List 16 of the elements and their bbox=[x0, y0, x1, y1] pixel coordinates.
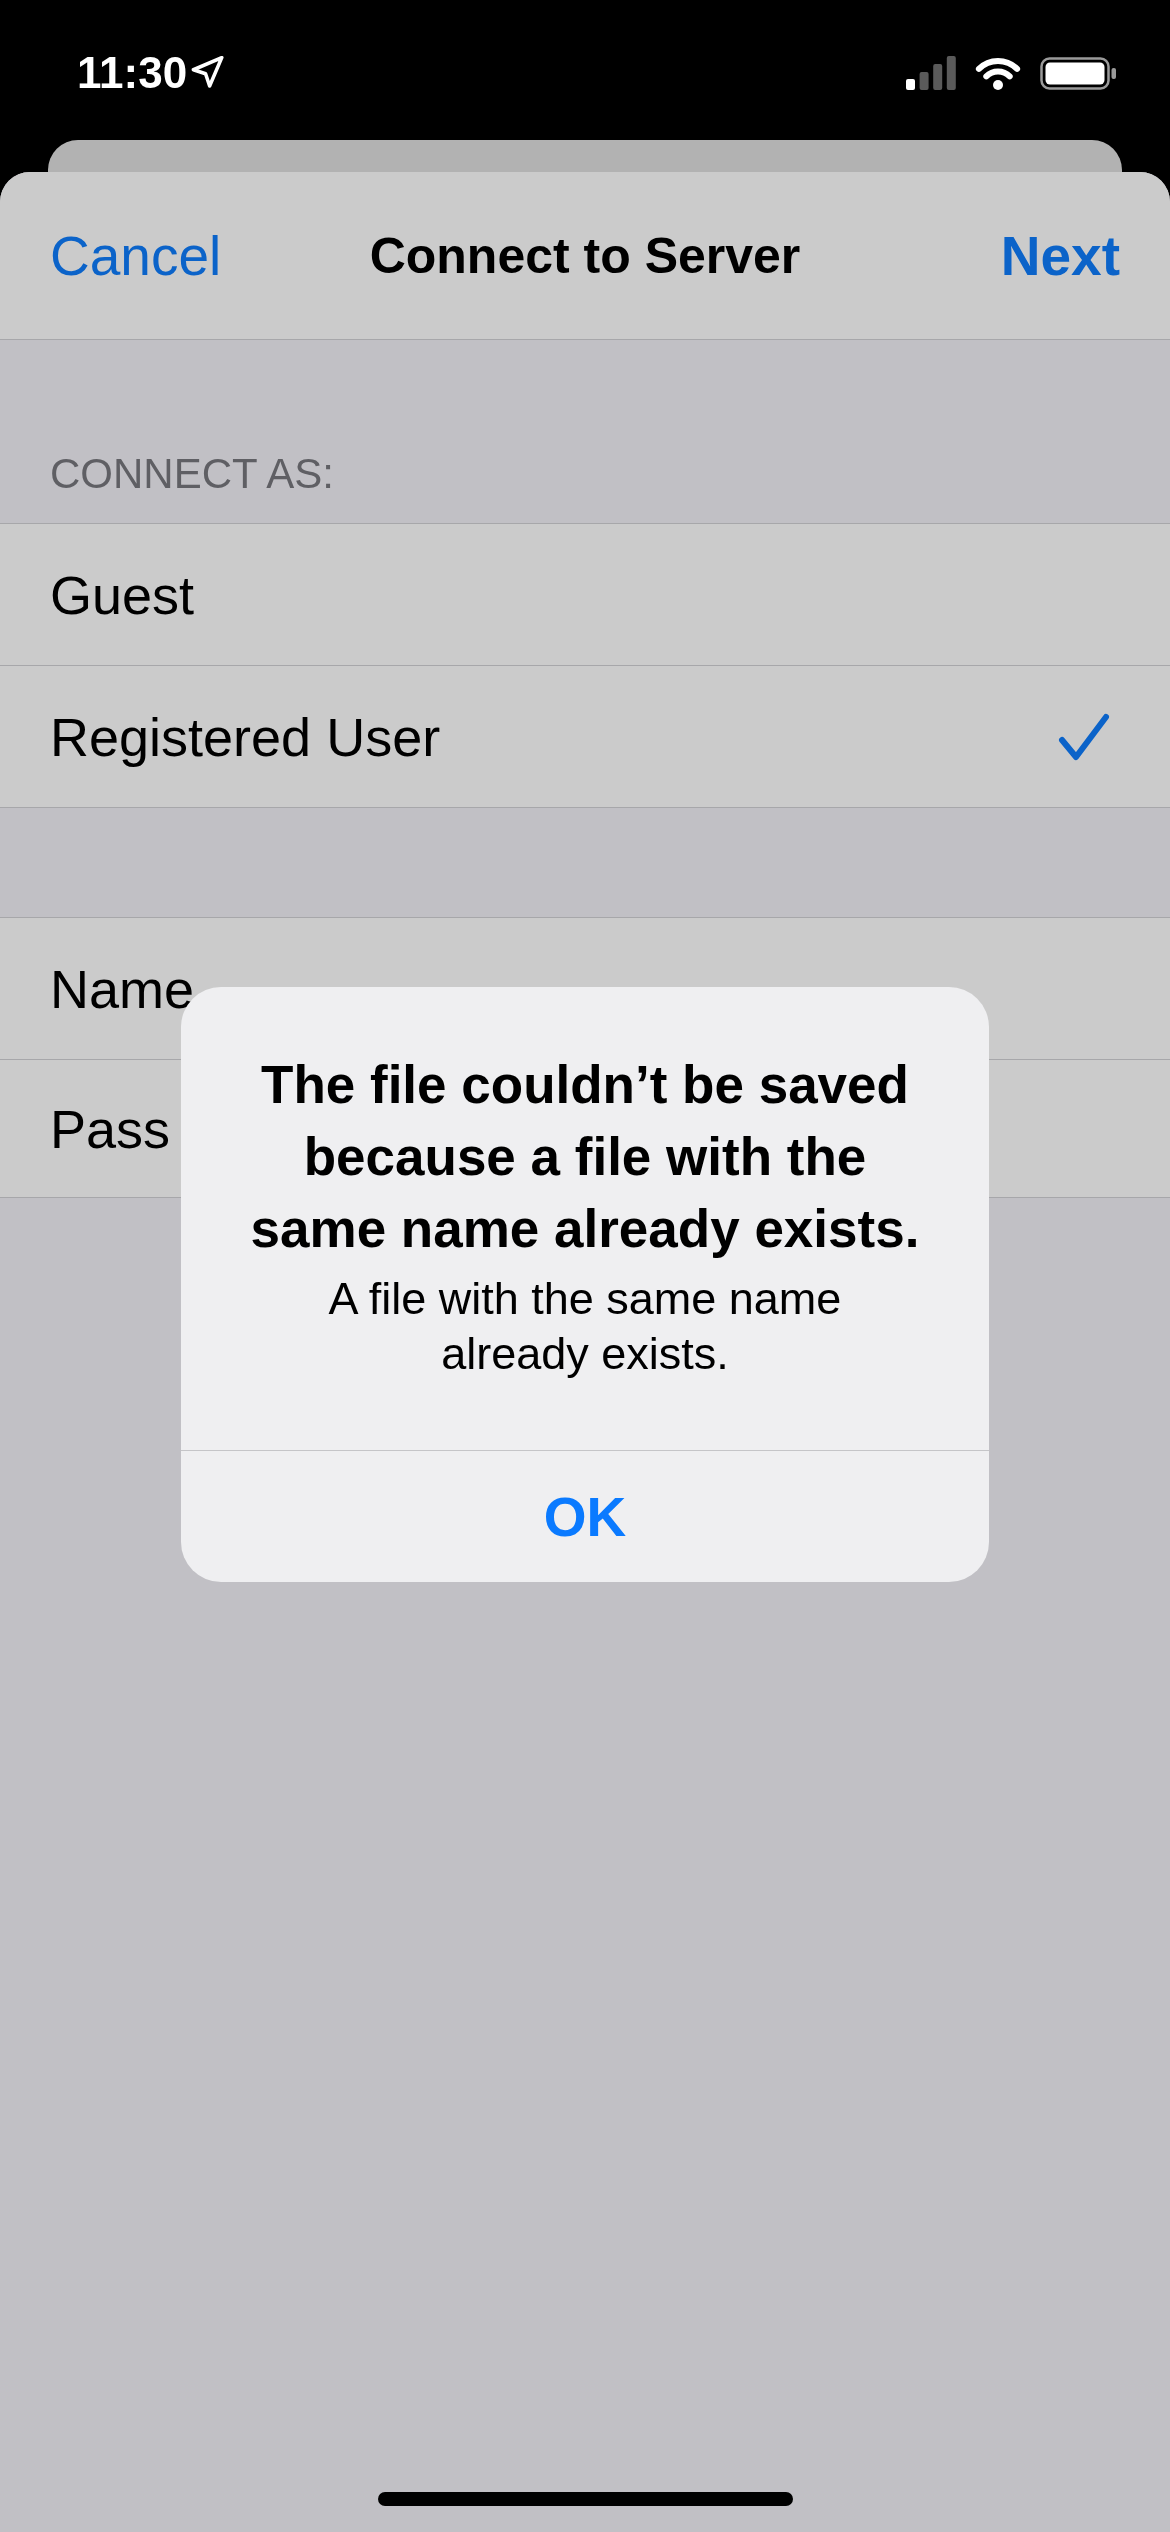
list-item[interactable]: Registered User bbox=[0, 666, 1170, 808]
wifi-icon bbox=[974, 56, 1022, 90]
list-item[interactable]: Guest bbox=[0, 524, 1170, 666]
alert-title: The file couldn’t be saved because a file with the same name already exists. bbox=[249, 1054, 921, 1260]
battery-icon bbox=[1040, 56, 1116, 90]
field-label: Name bbox=[50, 957, 195, 1020]
alert-message: A file with the same name already exists. bbox=[327, 1272, 843, 1381]
location-arrow-icon bbox=[191, 56, 226, 90]
nav-title: Connect to Server bbox=[369, 226, 801, 285]
alert-button[interactable]: OK bbox=[181, 1450, 989, 1582]
status-time: 11:30 bbox=[77, 51, 188, 95]
signal-icon bbox=[906, 56, 956, 90]
section-header: CONNECT AS: bbox=[50, 449, 334, 499]
next-button[interactable]: Next bbox=[1000, 223, 1120, 288]
field-label: Pass bbox=[50, 1097, 171, 1160]
cancel-button[interactable]: Cancel bbox=[50, 223, 222, 288]
